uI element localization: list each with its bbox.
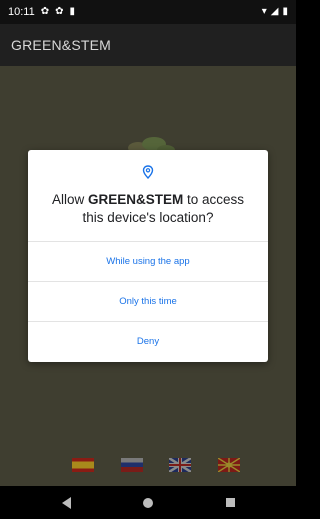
sim-icon: ▮ [69,6,76,17]
macedonia-flag-icon [218,458,240,472]
deny-label: Deny [136,336,160,347]
status-time: 10:11 [8,6,35,18]
macedonia-flag[interactable] [218,458,240,472]
navigation-bar [0,486,296,519]
app-bar: GREEN&STEM [0,24,296,66]
while-using-app-label: While using the app [106,256,190,267]
spain-flag[interactable] [72,458,94,472]
signal-icon: ◢ [270,6,279,17]
back-icon[interactable] [62,497,71,509]
location-pin-icon [142,165,154,179]
status-left: 10:11 ✿ ✿ ▮ [8,6,75,18]
slovenia-flag[interactable] [121,458,143,472]
only-this-time-label: Only this time [119,296,177,307]
only-this-time-button[interactable]: Only this time [28,281,268,321]
uk-flag-icon [169,458,191,472]
wifi-icon: ▾ [261,6,267,17]
location-permission-dialog: Allow GREEN&STEM to access this device's… [28,150,268,362]
settings-icon: ✿ [40,6,50,17]
dialog-title-prefix: Allow [51,192,88,207]
app-title: GREEN&STEM [11,37,112,53]
language-flags [0,458,296,482]
uk-flag[interactable] [169,458,191,472]
phone-screen: 10:11 ✿ ✿ ▮ ▾ ◢ ▮ GREEN&STEM Allow GREEN… [0,0,296,519]
status-bar: 10:11 ✿ ✿ ▮ ▾ ◢ ▮ [0,0,296,24]
deny-button[interactable]: Deny [28,321,268,361]
settings-icon: ✿ [55,6,64,17]
dialog-title-app-name: GREEN&STEM [87,192,184,207]
recents-icon[interactable] [226,498,235,507]
home-icon[interactable] [143,498,153,508]
dialog-title: Allow GREEN&STEM to access this device's… [40,191,256,227]
while-using-app-button[interactable]: While using the app [28,241,268,281]
battery-icon: ▮ [282,6,288,17]
status-right: ▾ ◢ ▮ [262,7,288,17]
